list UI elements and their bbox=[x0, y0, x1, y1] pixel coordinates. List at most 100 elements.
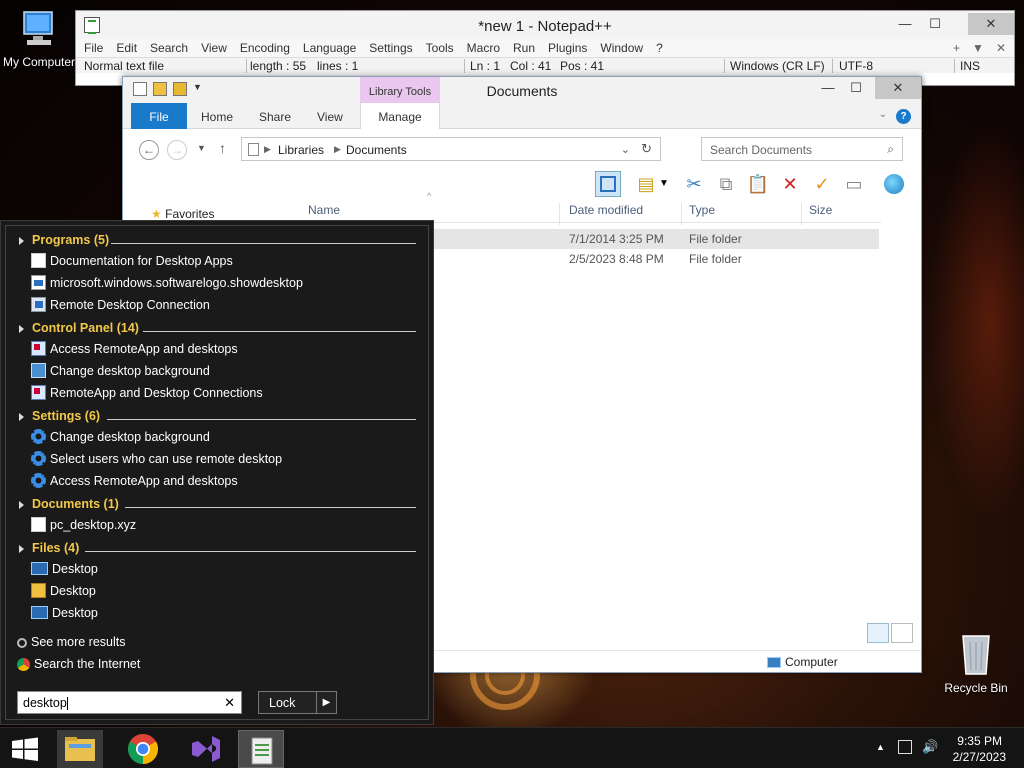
clock-time[interactable]: 9:35 PM bbox=[957, 734, 1002, 748]
up-button[interactable]: ↑ bbox=[219, 140, 226, 156]
refresh-icon[interactable]: ↻ bbox=[641, 141, 652, 157]
menu-window[interactable]: Window bbox=[600, 39, 643, 57]
start-search-input[interactable]: desktop ✕ bbox=[17, 691, 242, 714]
maximize-button[interactable]: ☐ bbox=[920, 13, 950, 35]
menu-file[interactable]: File bbox=[84, 39, 103, 57]
list-item[interactable]: Select users who can use remote desktop bbox=[31, 451, 282, 474]
column-type[interactable]: Type bbox=[689, 203, 715, 217]
breadcrumb-documents[interactable]: Documents bbox=[346, 143, 407, 157]
list-item[interactable]: Documentation for Desktop Apps bbox=[31, 253, 233, 276]
show-hidden-icons-icon[interactable]: ▲ bbox=[876, 742, 885, 752]
tab-file[interactable]: File bbox=[131, 103, 187, 129]
list-item[interactable]: RemoteApp and Desktop Connections bbox=[31, 385, 263, 408]
list-item[interactable]: Access RemoteApp and desktops bbox=[31, 341, 238, 364]
nav-favorites[interactable]: ★ Favorites bbox=[151, 207, 214, 221]
lock-button[interactable]: Lock ▶ bbox=[258, 691, 337, 714]
search-documents-input[interactable]: Search Documents ⌕ bbox=[701, 137, 903, 161]
rename-field-icon[interactable]: ▭ bbox=[841, 171, 867, 197]
close-button[interactable]: ✕ bbox=[968, 13, 1014, 35]
text-cursor bbox=[66, 697, 68, 711]
list-item[interactable]: Desktop bbox=[31, 606, 98, 628]
column-size[interactable]: Size bbox=[809, 203, 832, 217]
start-button[interactable] bbox=[0, 730, 50, 768]
chrome-taskbar-button[interactable] bbox=[120, 730, 166, 768]
visual-studio-taskbar-button[interactable] bbox=[182, 730, 228, 768]
menu-plugins[interactable]: Plugins bbox=[548, 39, 587, 57]
file-explorer-taskbar-button[interactable] bbox=[57, 730, 103, 768]
options-dropdown-icon[interactable]: ▼ bbox=[657, 171, 671, 197]
see-more-results-link[interactable]: See more results bbox=[17, 635, 125, 649]
network-icon[interactable] bbox=[898, 740, 912, 754]
menu-edit[interactable]: Edit bbox=[116, 39, 137, 57]
ribbon-tabs: File Home Share View Manage ⌄ ? bbox=[123, 103, 921, 129]
column-date-modified[interactable]: Date modified bbox=[569, 203, 643, 217]
list-item[interactable]: Remote Desktop Connection bbox=[31, 297, 210, 320]
details-view-icon[interactable] bbox=[867, 623, 889, 643]
paste-icon[interactable]: 📋 bbox=[745, 171, 771, 197]
notepad-title-bar[interactable]: *new 1 - Notepad++ — ☐ ✕ bbox=[76, 11, 1014, 39]
menu-tools[interactable]: Tools bbox=[426, 39, 454, 57]
expand-ribbon-icon[interactable]: ⌄ bbox=[879, 109, 887, 120]
tab-home[interactable]: Home bbox=[201, 103, 233, 129]
category-settings[interactable]: Settings (6) bbox=[19, 409, 416, 429]
cut-icon[interactable]: ✂ bbox=[681, 171, 707, 197]
minimize-button[interactable]: — bbox=[890, 13, 920, 35]
close-button[interactable]: ✕ bbox=[875, 77, 921, 99]
list-item[interactable]: pc_desktop.xyz bbox=[31, 517, 136, 540]
minimize-button[interactable]: — bbox=[813, 77, 843, 99]
maximize-button[interactable]: ☐ bbox=[841, 77, 871, 99]
column-divider[interactable] bbox=[559, 203, 560, 225]
column-divider[interactable] bbox=[681, 203, 682, 225]
menu-encoding[interactable]: Encoding bbox=[240, 39, 290, 57]
column-name[interactable]: Name bbox=[308, 203, 340, 217]
address-bar[interactable]: ▶ Libraries ▶ Documents ⌄ ↻ bbox=[241, 137, 661, 161]
status-divider bbox=[954, 59, 955, 73]
address-dropdown-icon[interactable]: ⌄ bbox=[621, 143, 630, 156]
power-options-arrow-icon[interactable]: ▶ bbox=[316, 692, 336, 713]
help-icon[interactable]: ? bbox=[896, 109, 911, 124]
clear-search-icon[interactable]: ✕ bbox=[224, 695, 235, 711]
tab-view[interactable]: View bbox=[317, 103, 343, 129]
menu-view[interactable]: View bbox=[201, 39, 227, 57]
forward-button[interactable]: → bbox=[167, 140, 187, 160]
copy-icon[interactable]: ⧉ bbox=[713, 171, 739, 197]
menu-run[interactable]: Run bbox=[513, 39, 535, 57]
breadcrumb-libraries[interactable]: Libraries bbox=[278, 143, 324, 157]
large-icons-view-icon[interactable] bbox=[891, 623, 913, 643]
menu-help[interactable]: ? bbox=[656, 39, 663, 57]
list-item[interactable]: Access RemoteApp and desktops bbox=[31, 473, 238, 496]
clock-date[interactable]: 2/27/2023 bbox=[953, 750, 1006, 764]
new-tab-icon[interactable]: + bbox=[953, 39, 960, 57]
category-programs[interactable]: Programs (5) bbox=[19, 233, 416, 253]
category-files[interactable]: Files (4) bbox=[19, 541, 416, 561]
close-tab-icon[interactable]: ✕ bbox=[996, 39, 1006, 57]
recycle-bin-desktop-icon[interactable]: Recycle Bin bbox=[940, 630, 1012, 695]
tab-share[interactable]: Share bbox=[259, 103, 291, 129]
list-item[interactable]: Change desktop background bbox=[31, 429, 210, 452]
category-control-panel[interactable]: Control Panel (14) bbox=[19, 321, 416, 341]
preview-pane-icon[interactable] bbox=[595, 171, 621, 197]
explorer-title-bar[interactable]: ▼ Library Tools Documents — ☐ ✕ bbox=[123, 77, 921, 103]
category-documents[interactable]: Documents (1) bbox=[19, 497, 416, 517]
tab-manage[interactable]: Manage bbox=[360, 103, 440, 129]
tab-list-icon[interactable]: ▼ bbox=[972, 39, 984, 57]
list-item[interactable]: microsoft.windows.softwarelogo.showdeskt… bbox=[31, 275, 303, 298]
folder-options-icon[interactable]: ▤ bbox=[633, 171, 659, 197]
notepad-taskbar-button[interactable] bbox=[238, 730, 284, 768]
volume-icon[interactable]: 🔊 bbox=[922, 739, 938, 755]
check-icon[interactable]: ✓ bbox=[809, 171, 835, 197]
menu-language[interactable]: Language bbox=[303, 39, 356, 57]
internet-globe-icon[interactable] bbox=[881, 171, 907, 197]
menu-settings[interactable]: Settings bbox=[369, 39, 412, 57]
list-item[interactable]: Desktop bbox=[31, 562, 98, 584]
recent-locations-icon[interactable]: ▼ bbox=[197, 143, 206, 153]
search-internet-link[interactable]: Search the Internet bbox=[17, 657, 140, 672]
list-item[interactable]: Change desktop background bbox=[31, 363, 210, 386]
menu-search[interactable]: Search bbox=[150, 39, 188, 57]
delete-icon[interactable]: ✕ bbox=[777, 171, 803, 197]
menu-macro[interactable]: Macro bbox=[467, 39, 500, 57]
column-divider[interactable] bbox=[801, 203, 802, 225]
my-computer-desktop-icon[interactable]: My Computer bbox=[2, 10, 76, 69]
list-item[interactable]: Desktop bbox=[31, 583, 96, 606]
back-button[interactable]: ← bbox=[139, 140, 159, 160]
